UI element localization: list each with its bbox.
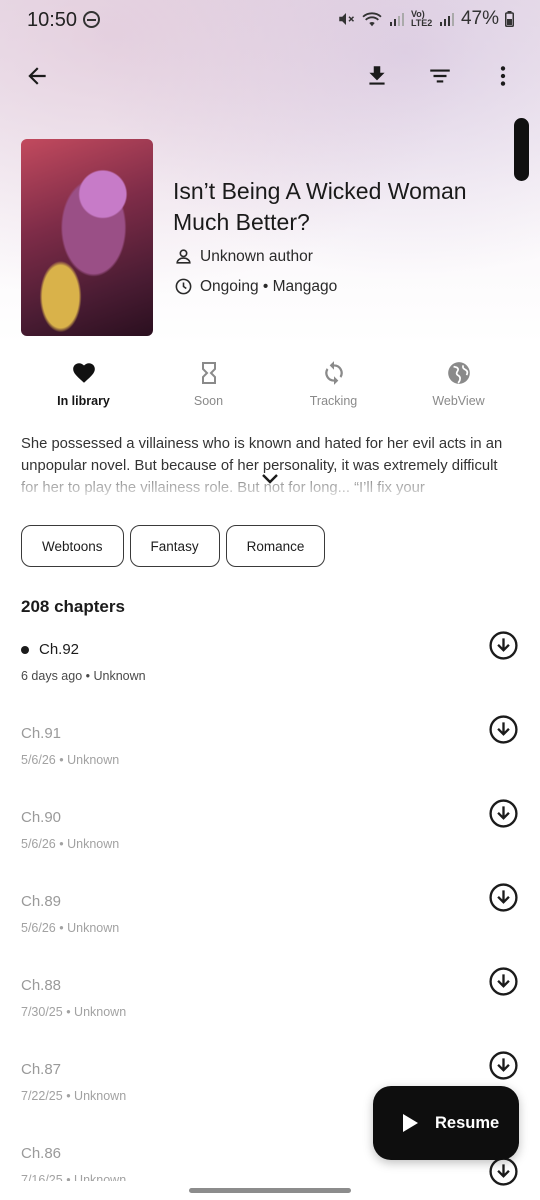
chapter-date: 7/30/25 [21,1005,63,1019]
filter-icon [430,69,450,83]
download-button[interactable] [357,56,397,96]
chapter-date: 5/6/26 [21,921,56,935]
arrow-back-icon [28,67,46,85]
person-icon [176,249,191,264]
chapter-scanlator: Unknown [74,1173,127,1181]
back-button[interactable] [17,56,57,96]
play-icon [403,1114,418,1132]
scrollbar-thumb[interactable] [514,118,529,181]
chapter-date: 7/16/25 [21,1173,63,1181]
chapter-scanlator: Unknown [74,1005,127,1019]
status-time: 10:50 [27,9,78,31]
author-row: Unknown author [174,247,313,266]
chapter-scanlator: Unknown [74,1089,127,1103]
tag-chip[interactable]: Webtoons [21,525,124,567]
chapter-date: 5/6/26 [21,837,56,851]
status-source-label: Ongoing • Mangago [200,277,338,295]
in-library-button[interactable]: In library [21,352,146,414]
heart-icon [72,363,95,383]
chevron-down-icon [262,474,278,484]
download-icon [369,66,385,85]
chapter-row[interactable]: Ch.92 6 days ago • Unknown [0,631,540,725]
chapter-row[interactable]: Ch.90 5/6/26 • Unknown [0,799,540,893]
tag-chip[interactable]: Romance [225,525,326,567]
chapter-row[interactable]: Ch.88 7/30/25 • Unknown [0,967,540,1061]
webview-label: WebView [432,394,485,408]
clock-icon [175,278,192,295]
chapter-row[interactable]: Ch.91 5/6/26 • Unknown [0,715,540,809]
chapter-scanlator: Unknown [67,837,120,851]
chapter-scanlator: Unknown [67,921,120,935]
download-chapter-icon[interactable] [488,798,519,829]
chapter-title: Ch.91 [21,725,62,742]
download-chapter-icon[interactable] [488,1156,519,1187]
chapter-title: Ch.87 [21,1061,62,1078]
chapter-date: 5/6/26 [21,753,56,767]
hourglass-icon [201,362,216,384]
download-chapter-icon[interactable] [488,630,519,661]
status-icons: Vo) LTE2 47% [337,8,514,30]
filter-button[interactable] [420,56,460,96]
chapter-title: Ch.90 [21,809,62,826]
signal-2-icon [439,13,454,26]
resume-button[interactable]: Resume [373,1086,519,1160]
download-chapter-icon[interactable] [488,882,519,913]
wifi-icon [362,12,382,27]
webview-button[interactable]: WebView [396,352,521,414]
genre-tags: Webtoons Fantasy Romance [21,525,326,567]
chapter-row[interactable]: Ch.89 5/6/26 • Unknown [0,883,540,977]
mute-icon [339,13,354,25]
manga-cover[interactable] [21,139,153,336]
chapter-scanlator: Unknown [93,669,146,683]
author-label: Unknown author [200,247,313,265]
chapter-title: Ch.92 [39,641,80,658]
battery-percent: 47% [460,8,499,29]
soon-label: Soon [193,394,224,408]
download-chapter-icon[interactable] [488,966,519,997]
download-chapter-icon[interactable] [488,1050,519,1081]
status-row: Ongoing • Mangago [174,277,337,296]
chapter-title: Ch.89 [21,893,62,910]
status-bar: 10:50 Vo) LTE2 47% [0,0,540,40]
do-not-disturb-icon [83,11,100,28]
tracking-button[interactable]: Tracking [271,352,396,414]
more-options-button[interactable] [483,56,523,96]
chapter-scanlator: Unknown [67,753,120,767]
in-library-label: In library [57,394,110,408]
tag-chip[interactable]: Fantasy [129,525,220,567]
chapter-date: 6 days ago [21,669,83,683]
expand-description-button[interactable] [260,472,280,491]
chapters-count: 208 chapters [21,597,125,616]
chapter-title: Ch.86 [21,1145,62,1162]
chapter-date: 7/22/25 [21,1089,63,1103]
globe-icon [447,362,470,384]
more-vert-icon [500,66,506,86]
download-chapter-icon[interactable] [488,714,519,745]
unread-dot-icon [21,645,29,654]
chapter-title: Ch.88 [21,977,62,994]
battery-icon [505,11,514,27]
soon-button[interactable]: Soon [146,352,271,414]
tracking-label: Tracking [309,394,358,408]
manga-title: Isn’t Being A Wicked Woman Much Better? [173,178,467,235]
sync-icon [324,361,343,385]
network-label: Vo) LTE2 [410,9,433,28]
resume-label: Resume [435,1113,500,1132]
signal-icon [389,13,404,26]
action-row: In library Soon Tracking WebView [0,352,540,414]
gesture-nav-handle[interactable] [189,1188,351,1193]
